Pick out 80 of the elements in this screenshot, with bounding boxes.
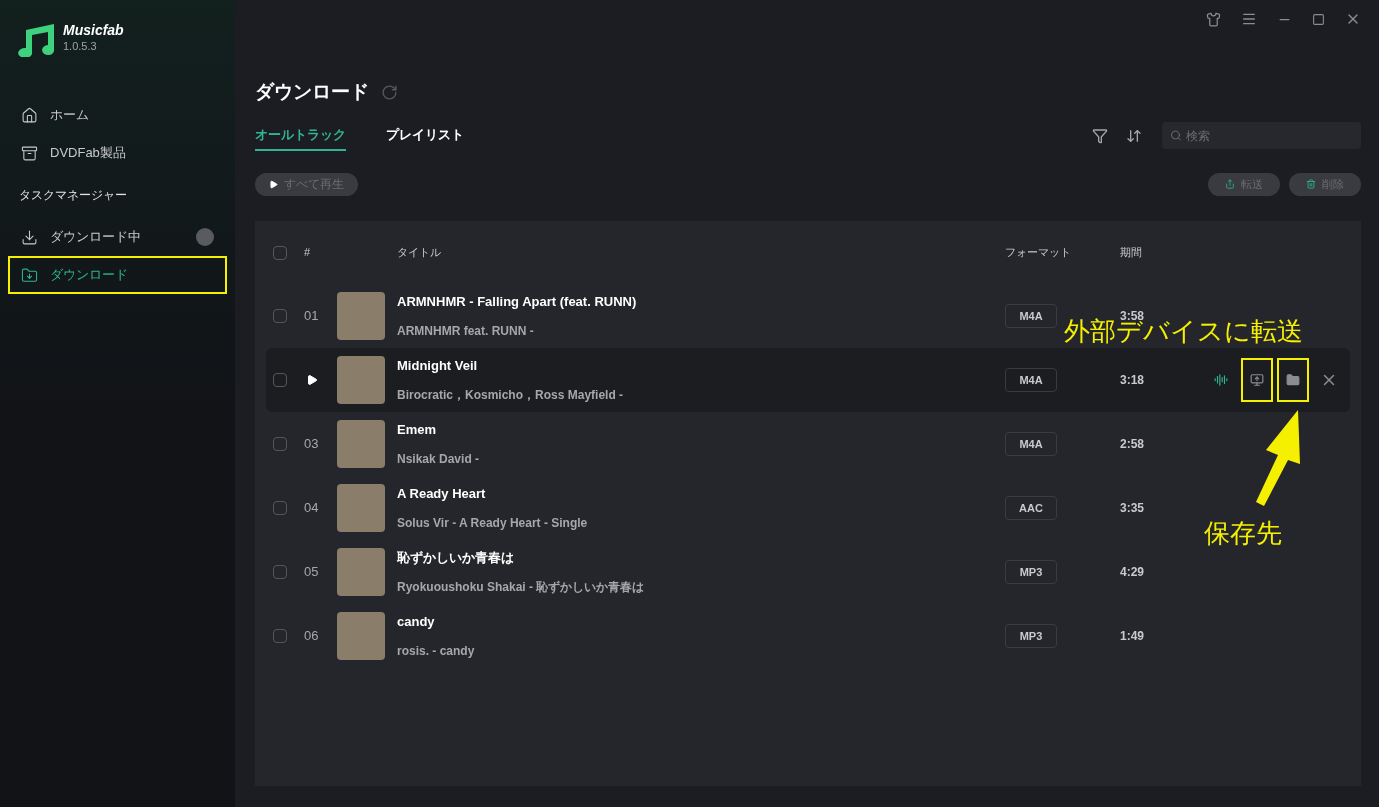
track-number: 04 — [304, 499, 319, 515]
track-row[interactable]: Midnight Veil Birocratic，Kosmicho，Ross Mayfield - M4A 3:18 — [266, 347, 1350, 412]
album-cover-placeholder — [337, 547, 385, 596]
sidebar-item[interactable]: DVDFab製品 — [8, 134, 227, 172]
sidebar-item-icon — [21, 266, 38, 284]
sound-wave-icon — [1214, 372, 1228, 387]
album-cover-placeholder — [337, 291, 385, 340]
track-title: Midnight Veil — [397, 356, 479, 375]
section-label: タスクマネージャー — [18, 187, 128, 204]
album-cover-placeholder — [337, 611, 385, 660]
callout-label: 保存先 — [1204, 520, 1282, 546]
transfer-icon — [1225, 179, 1235, 189]
track-duration: 3:35 — [1120, 499, 1146, 517]
album-cover-placeholder — [337, 483, 385, 532]
column-header: # — [304, 245, 312, 261]
track-artist: Solus Vir - A Ready Heart - Single — [397, 514, 589, 532]
column-header: 期間 — [1120, 245, 1143, 261]
format-badge: M4A — [1005, 432, 1057, 457]
checkbox[interactable] — [273, 628, 287, 643]
track-artist: Ryokuoushoku Shakai - 恥ずかしいか青春は — [397, 578, 646, 596]
track-title: A Ready Heart — [397, 484, 487, 503]
delete-icon — [1306, 179, 1316, 189]
search-input[interactable]: 検索 — [1185, 126, 1353, 145]
sort-icon[interactable] — [1126, 127, 1142, 144]
column-header: タイトル — [397, 245, 442, 261]
format-badge: M4A — [1005, 304, 1057, 329]
checkbox[interactable] — [273, 500, 287, 515]
folder-button[interactable] — [1277, 357, 1309, 402]
column-header: フォーマット — [1005, 245, 1072, 261]
album-cover-placeholder — [337, 355, 385, 404]
menu-icon[interactable] — [1241, 11, 1257, 27]
folder-icon — [1286, 372, 1300, 387]
app-version: 1.0.5.3 — [63, 39, 98, 54]
track-duration: 4:29 — [1120, 563, 1146, 581]
track-number: 06 — [304, 627, 319, 643]
maximize-icon[interactable] — [1312, 12, 1325, 26]
skin-icon[interactable] — [1206, 11, 1221, 27]
track-duration: 1:49 — [1120, 627, 1146, 645]
track-number: 05 — [304, 563, 319, 579]
play-icon — [269, 179, 278, 189]
track-artist: rosis. - candy — [397, 642, 476, 660]
track-title: candy — [397, 612, 436, 631]
checkbox[interactable] — [273, 564, 287, 579]
track-duration: 2:58 — [1120, 435, 1146, 453]
search-icon — [1170, 129, 1182, 142]
checkbox[interactable] — [273, 245, 287, 260]
track-artist: Nsikak David - — [397, 450, 481, 468]
filter-icon[interactable] — [1092, 127, 1108, 144]
track-number: 01 — [304, 307, 319, 323]
tab[interactable]: プレイリスト — [386, 120, 464, 151]
sidebar-item-icon — [21, 106, 38, 124]
search-field[interactable]: 検索 — [1162, 122, 1361, 149]
track-title: ARMNHMR - Falling Apart (feat. RUNN) — [397, 292, 638, 311]
sidebar-item[interactable]: ホーム — [8, 96, 227, 134]
track-duration: 3:18 — [1120, 371, 1146, 389]
format-badge: AAC — [1005, 496, 1057, 521]
checkbox[interactable] — [273, 372, 287, 387]
tab[interactable]: オールトラック — [255, 120, 346, 151]
track-artist: Birocratic，Kosmicho，Ross Mayfield - — [397, 386, 625, 404]
format-badge: M4A — [1005, 368, 1057, 393]
track-title: 恥ずかしいか青春は — [397, 548, 515, 567]
format-badge: MP3 — [1005, 560, 1057, 585]
album-cover-placeholder — [337, 419, 385, 468]
track-title: Emem — [397, 420, 438, 439]
checkbox[interactable] — [273, 308, 287, 323]
sidebar-item-icon — [21, 144, 38, 162]
checkbox[interactable] — [273, 436, 287, 451]
play-icon[interactable] — [306, 373, 318, 386]
sidebar-item[interactable]: ダウンロード — [8, 256, 227, 294]
app-name: Musicfab — [63, 22, 124, 40]
transfer-button[interactable] — [1241, 357, 1273, 402]
music-note-logo-icon — [18, 24, 55, 57]
device-icon — [1250, 372, 1264, 387]
sidebar-item[interactable]: ダウンロード中 — [8, 218, 227, 256]
page-title: ダウンロード — [255, 80, 369, 104]
callout-label: 外部デバイスに転送 — [1064, 318, 1303, 344]
sidebar-item-icon — [21, 228, 38, 246]
track-number: 03 — [304, 435, 319, 451]
format-badge: MP3 — [1005, 624, 1057, 649]
track-artist: ARMNHMR feat. RUNN - — [397, 322, 535, 340]
